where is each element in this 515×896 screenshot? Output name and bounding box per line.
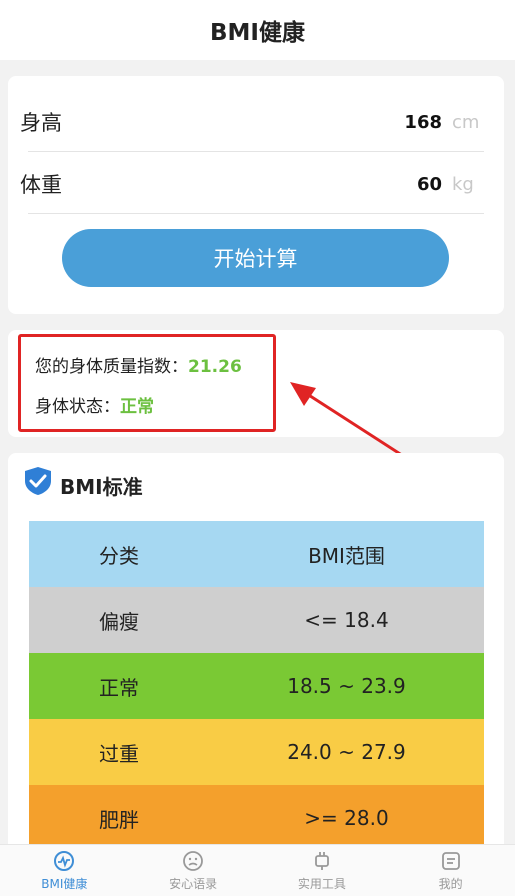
table-row: 偏瘦 <= 18.4 (29, 587, 484, 653)
tab-label: 实用工具 (297, 876, 346, 891)
bottom-tabbar: BMI健康 安心语录 实用工具 我的 (0, 844, 515, 896)
tab-tools[interactable]: 实用工具 (258, 845, 387, 896)
weight-row[interactable]: 体重 60 kg (20, 154, 484, 214)
face-icon (183, 850, 204, 871)
standard-title: BMI标准 (60, 475, 143, 499)
profile-icon (441, 851, 460, 870)
table-row: 过重 24.0 ~ 27.9 (29, 719, 484, 785)
app-header: BMI健康 (0, 0, 515, 60)
page-title: BMI健康 (210, 20, 305, 46)
status-result: 身体状态：正常 (35, 392, 154, 417)
tab-profile[interactable]: 我的 (386, 845, 515, 896)
divider (28, 151, 484, 152)
pulse-icon (54, 850, 75, 871)
table-row: 肥胖 >= 28.0 (29, 785, 484, 851)
header-category: 分类 (99, 543, 139, 568)
table-header: 分类 BMI范围 (29, 521, 484, 587)
tab-label: BMI健康 (41, 876, 88, 891)
tab-label: 我的 (438, 876, 463, 891)
table-row: 正常 18.5 ~ 23.9 (29, 653, 484, 719)
calculate-button[interactable]: 开始计算 (62, 229, 449, 287)
header-range: BMI范围 (308, 543, 385, 568)
weight-unit: kg (452, 173, 474, 195)
row-range: <= 18.4 (304, 608, 389, 632)
row-category: 肥胖 (99, 807, 139, 832)
weight-label: 体重 (20, 173, 62, 197)
row-range: >= 28.0 (304, 806, 389, 830)
bmi-label: 您的身体质量指数： (35, 357, 188, 377)
height-row[interactable]: 身高 168 cm (20, 92, 484, 152)
bmi-value: 21.26 (188, 357, 242, 377)
weight-input[interactable]: 60 (417, 174, 442, 195)
row-range: 18.5 ~ 23.9 (287, 674, 406, 698)
status-label: 身体状态： (35, 397, 120, 417)
row-category: 正常 (99, 675, 139, 700)
plug-icon (314, 851, 329, 870)
height-label: 身高 (20, 111, 62, 135)
highlight-box (18, 334, 276, 432)
tab-quotes[interactable]: 安心语录 (129, 845, 258, 896)
tab-label: 安心语录 (169, 876, 218, 891)
row-category: 过重 (99, 741, 139, 766)
bmi-result: 您的身体质量指数：21.26 (35, 352, 242, 377)
shield-check-icon (25, 467, 51, 495)
status-value: 正常 (120, 397, 154, 417)
bmi-table: 分类 BMI范围 偏瘦 <= 18.4 正常 18.5 ~ 23.9 过重 24… (29, 521, 484, 851)
tab-bmi[interactable]: BMI健康 (0, 845, 129, 896)
row-category: 偏瘦 (99, 609, 139, 634)
row-range: 24.0 ~ 27.9 (287, 740, 406, 764)
divider (28, 213, 484, 214)
height-input[interactable]: 168 (404, 112, 442, 133)
height-unit: cm (452, 111, 480, 133)
